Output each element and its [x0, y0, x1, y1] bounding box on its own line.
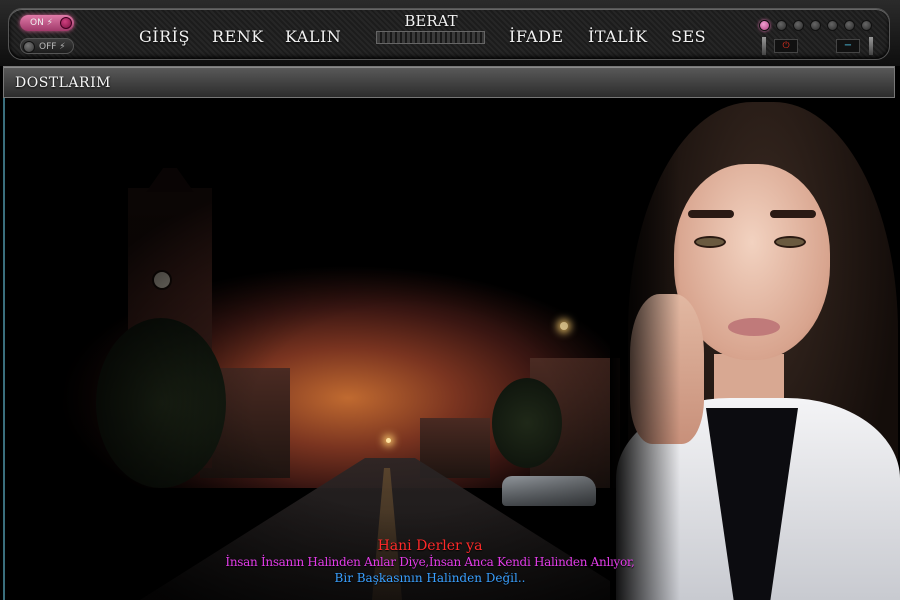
portrait-eye [694, 236, 726, 248]
indicator-dot[interactable] [759, 20, 770, 31]
nav-ifade[interactable]: İFADE [509, 27, 564, 46]
indicator-dot[interactable] [776, 20, 787, 31]
rail-handle [762, 37, 766, 55]
minimize-button[interactable]: − [836, 39, 860, 53]
on-label: ON ⚡ [30, 18, 53, 28]
off-switch[interactable]: OFF ⚡ [20, 38, 74, 54]
brand-meter [376, 31, 485, 44]
indicator-dots [756, 16, 876, 36]
on-knob [60, 17, 72, 29]
nav-italik[interactable]: İTALİK [588, 27, 648, 46]
nav-giris[interactable]: GİRİŞ [139, 27, 190, 46]
rail-handle [869, 37, 873, 55]
indicator-dot[interactable] [861, 20, 872, 31]
off-label: OFF ⚡ [39, 42, 66, 52]
poem-text: Hani Derler ya İnsan İnsanın Halinden An… [150, 538, 710, 585]
indicator-dot[interactable] [793, 20, 804, 31]
portrait-lips [728, 318, 780, 336]
portrait-photo [610, 98, 900, 600]
scene-image: Hani Derler ya İnsan İnsanın Halinden An… [0, 98, 900, 600]
portrait-brow [688, 210, 734, 218]
nav-kalin[interactable]: KALIN [285, 27, 341, 46]
portrait-eye [774, 236, 806, 248]
power-button[interactable]: ⏻ [774, 39, 798, 53]
nav-ses[interactable]: SES [671, 27, 706, 46]
top-toolbar: ON ⚡ OFF ⚡ GİRİŞ RENK KALIN BERAT İFADE … [0, 0, 900, 66]
brand-title: BERAT [404, 12, 458, 30]
minus-icon: − [843, 40, 853, 51]
portrait-fade [610, 98, 680, 600]
indicator-dot[interactable] [844, 20, 855, 31]
section-title: DOSTLARIM [15, 75, 111, 91]
power-icon: ⏻ [782, 41, 790, 51]
off-knob [23, 41, 35, 53]
poem-line-1: Hani Derler ya [377, 538, 483, 554]
poem-line-2: İnsan İnsanın Halinden Anlar Diye,İnsan … [225, 555, 635, 569]
section-header: DOSTLARIM [3, 66, 895, 98]
indicator-dot[interactable] [810, 20, 821, 31]
left-edge-line [3, 98, 5, 600]
poem-line-3: Bir Başkasının Halinden Değil.. [334, 571, 526, 585]
nav-renk[interactable]: RENK [212, 27, 264, 46]
portrait-brow [770, 210, 816, 218]
indicator-dot[interactable] [827, 20, 838, 31]
on-switch[interactable]: ON ⚡ [20, 15, 74, 31]
